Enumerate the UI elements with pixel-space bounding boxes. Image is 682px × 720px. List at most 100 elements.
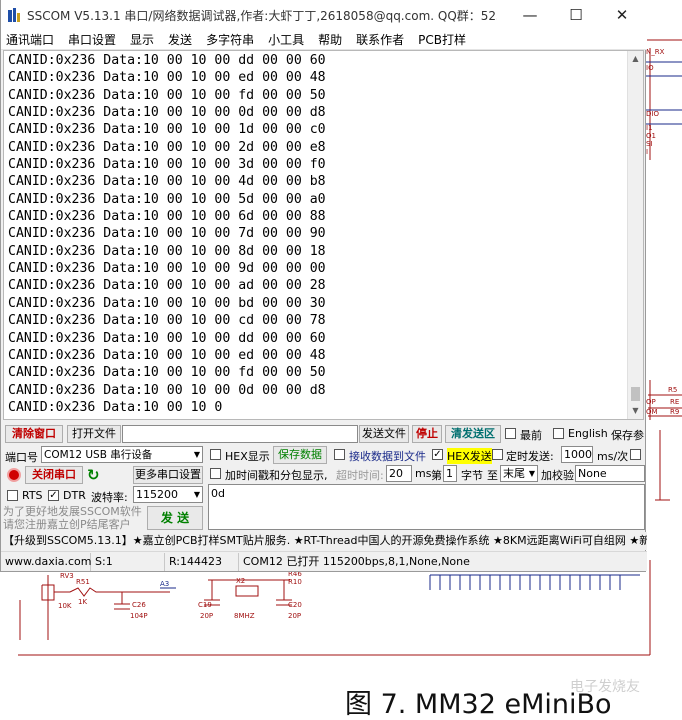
receive-line: CANID:0x236 Data:10 00 10 00 6d 00 00 88 [8, 209, 326, 225]
file-path-input[interactable] [122, 425, 358, 443]
schematic-label: X2 [236, 577, 245, 585]
rts-checkbox[interactable] [7, 490, 18, 501]
promo-text-1: 为了更好地发展SSCOM软件 [3, 505, 142, 518]
extra-checkbox[interactable] [630, 449, 641, 460]
hex-send-checkbox[interactable]: ✓ [432, 449, 443, 460]
schematic-label: R51 [76, 578, 90, 586]
menu-item-serial-settings[interactable]: 串口设置 [68, 31, 116, 48]
english-checkbox[interactable] [553, 428, 564, 439]
schematic-label: OP [646, 398, 656, 406]
interval-input[interactable]: 1000 [561, 446, 593, 463]
rts-label: RTS [22, 489, 43, 502]
schematic-label: C19 [198, 601, 212, 609]
topmost-checkbox[interactable] [505, 428, 516, 439]
hex-display-checkbox[interactable] [210, 449, 221, 460]
receive-line: CANID:0x236 Data:10 00 10 00 0d 00 00 d8 [8, 105, 326, 121]
schematic-label: R5 [668, 386, 677, 394]
open-file-button[interactable]: 打开文件 [67, 425, 121, 443]
schematic-label: C20 [288, 601, 302, 609]
hex-display-label: HEX显示 [225, 450, 270, 463]
menu-item-contact-author[interactable]: 联系作者 [356, 31, 404, 48]
schematic-label: I1 [646, 124, 653, 132]
timestamp-checkbox[interactable] [210, 468, 221, 479]
minimize-button[interactable]: — [507, 0, 553, 30]
send-file-button[interactable]: 发送文件 [359, 425, 409, 443]
menu-item-pcb[interactable]: PCB打样 [418, 31, 466, 48]
menu-item-display[interactable]: 显示 [130, 31, 154, 48]
schematic-label: DIO [646, 110, 659, 118]
scroll-down-icon[interactable]: ▼ [628, 403, 643, 419]
menu-item-send[interactable]: 发送 [168, 31, 192, 48]
end-select[interactable]: 末尾 ▼ [500, 465, 538, 482]
receive-line: CANID:0x236 Data:10 00 10 00 4d 00 00 b8 [8, 174, 326, 190]
port-status-icon [7, 468, 21, 482]
receive-line: CANID:0x236 Data:10 00 10 00 bd 00 00 30 [8, 295, 326, 311]
receive-line: CANID:0x236 Data:10 00 10 00 7d 00 00 90 [8, 226, 326, 242]
receive-line: CANID:0x236 Data:10 00 10 00 2d 00 00 e8 [8, 139, 326, 155]
chevron-down-icon: ▼ [193, 490, 200, 499]
save-data-button[interactable]: 保存数据 [273, 446, 327, 464]
vertical-scrollbar[interactable]: ▲ ▼ [627, 51, 643, 419]
timeout-input[interactable]: 20 [386, 465, 412, 482]
port-value: COM12 USB 串行设备 [44, 449, 153, 461]
ad-banner[interactable]: 【升级到SSCOM5.13.1】★嘉立创PCB打样SMT贴片服务. ★RT-Th… [1, 532, 647, 550]
clear-send-button[interactable]: 清发送区 [445, 425, 501, 443]
scroll-up-icon[interactable]: ▲ [628, 51, 643, 67]
title-bar[interactable]: SSCOM V5.13.1 串口/网络数据调试器,作者:大虾丁丁,2618058… [1, 0, 647, 30]
schematic-label: O1 [646, 132, 656, 140]
receive-line: CANID:0x236 Data:10 00 10 00 5d 00 00 a0 [8, 191, 326, 207]
menu-item-multi-string[interactable]: 多字符串 [206, 31, 254, 48]
schematic-label: 20P [288, 612, 301, 620]
close-button[interactable]: ✕ [599, 0, 645, 30]
schematic-label: A3 [160, 580, 169, 588]
menu-item-help[interactable]: 帮助 [318, 31, 342, 48]
schematic-label: 8MHZ [234, 612, 255, 620]
sscom-app-icon [8, 8, 20, 22]
stop-button[interactable]: 停止 [412, 425, 442, 443]
schematic-label: 10K [58, 602, 72, 610]
sent-count: S:1 [93, 553, 165, 571]
scrollbar-thumb[interactable] [631, 387, 640, 401]
menu-item-port[interactable]: 通讯端口 [6, 31, 54, 48]
receive-to-file-checkbox[interactable] [334, 449, 345, 460]
hex-send-label: HEX发送 [447, 448, 492, 464]
baud-select[interactable]: 115200 ▼ [133, 486, 203, 503]
receive-line: CANID:0x236 Data:10 00 10 00 0d 00 00 d8 [8, 382, 326, 398]
status-bar: www.daxia.com S:1 R:144423 COM12 已打开 115… [1, 551, 647, 571]
timed-send-checkbox[interactable] [492, 449, 503, 460]
receive-text-area[interactable]: CANID:0x236 Data:10 00 10 00 dd 00 00 60… [3, 50, 644, 420]
website-link[interactable]: www.daxia.com [3, 553, 92, 571]
schematic-label: 20P [200, 612, 213, 620]
chevron-down-icon: ▼ [528, 469, 535, 478]
maximize-button[interactable]: ☐ [553, 0, 599, 30]
receive-line: CANID:0x236 Data:10 00 10 00 fd 00 00 50 [8, 87, 326, 103]
port-state: COM12 已打开 115200bps,8,1,None,None [243, 555, 470, 568]
checksum-label: 加校验 [541, 469, 574, 482]
more-serial-settings-button[interactable]: 更多串口设置 [133, 466, 203, 484]
schematic-label: IO [646, 64, 654, 72]
dtr-label: DTR [63, 489, 86, 502]
timestamp-label: 加时间戳和分包显示, [225, 469, 328, 482]
close-port-button[interactable]: 关闭串口 [25, 466, 83, 484]
baud-value: 115200 [136, 488, 178, 501]
port-select[interactable]: COM12 USB 串行设备 ▼ [41, 446, 203, 463]
menu-bar: 通讯端口 串口设置 显示 发送 多字符串 小工具 帮助 联系作者 PCB打样 [1, 30, 647, 50]
menu-item-tools[interactable]: 小工具 [268, 31, 304, 48]
byte-prefix-label: 第 [431, 469, 442, 482]
baud-label: 波特率: [91, 491, 128, 504]
schematic-label: 104P [130, 612, 148, 620]
byte-index-input[interactable]: 1 [443, 465, 457, 482]
checksum-select[interactable]: None [575, 465, 645, 482]
clear-window-button[interactable]: 清除窗口 [5, 425, 63, 443]
schematic-label: RE [670, 398, 679, 406]
receive-to-file-label: 接收数据到文件 [349, 450, 426, 463]
dtr-checkbox[interactable]: ✓ [48, 490, 59, 501]
refresh-icon[interactable]: ↻ [87, 466, 103, 484]
schematic-label: R10 [288, 578, 302, 586]
save-params-button[interactable]: 保存参 [611, 427, 644, 443]
timed-send-label: 定时发送: [506, 450, 554, 463]
byte-label: 字节 [461, 469, 483, 482]
send-input[interactable]: 0d [208, 484, 645, 530]
receive-line: CANID:0x236 Data:10 00 10 00 3d 00 00 f0 [8, 157, 326, 173]
send-button[interactable]: 发 送 [147, 506, 203, 530]
